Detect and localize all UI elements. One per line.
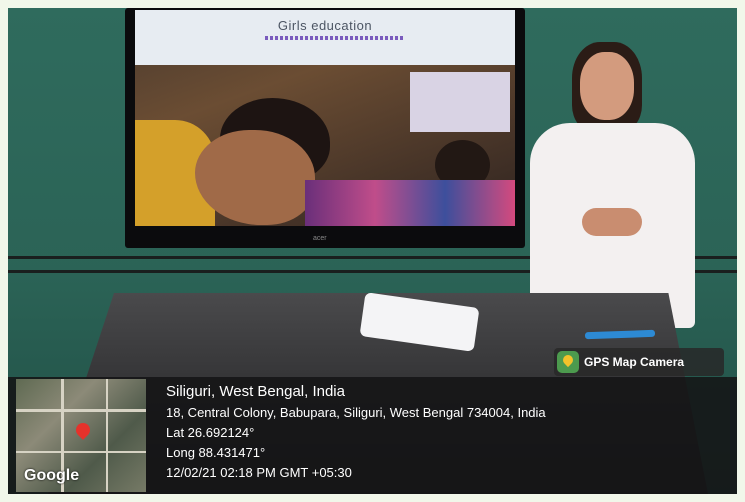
timestamp: 12/02/21 02:18 PM GMT +05:30 bbox=[166, 465, 352, 480]
presenter bbox=[520, 38, 705, 328]
tv-brand-logo: acer bbox=[313, 235, 327, 242]
slide-title-bar: Girls education bbox=[135, 10, 515, 65]
television: Girls education acer bbox=[125, 8, 525, 248]
presenter-face bbox=[580, 52, 634, 120]
location-title: Siliguri, West Bengal, India bbox=[166, 383, 345, 400]
colorful-cloth bbox=[305, 180, 515, 226]
slide-title: Girls education bbox=[277, 18, 373, 33]
map-road bbox=[16, 409, 146, 412]
map-thumbnail: Google bbox=[16, 379, 146, 492]
map-road bbox=[106, 379, 108, 492]
map-road bbox=[16, 451, 146, 453]
latitude: Lat 26.692124° bbox=[166, 425, 255, 440]
slide-link-underline bbox=[265, 36, 405, 40]
gps-map-camera-badge: GPS Map Camera bbox=[554, 348, 724, 376]
presenter-hands bbox=[582, 208, 642, 236]
map-pin-icon bbox=[73, 420, 93, 440]
classroom-poster bbox=[410, 72, 510, 132]
gps-camera-icon bbox=[557, 351, 579, 373]
location-text: Siliguri, West Bengal, India 18, Central… bbox=[166, 383, 546, 485]
longitude: Long 88.431471° bbox=[166, 445, 266, 460]
location-address: 18, Central Colony, Babupara, Siliguri, … bbox=[166, 405, 546, 420]
tv-screen: Girls education bbox=[135, 10, 515, 226]
gps-badge-label: GPS Map Camera bbox=[584, 355, 685, 369]
google-logo: Google bbox=[24, 467, 80, 484]
